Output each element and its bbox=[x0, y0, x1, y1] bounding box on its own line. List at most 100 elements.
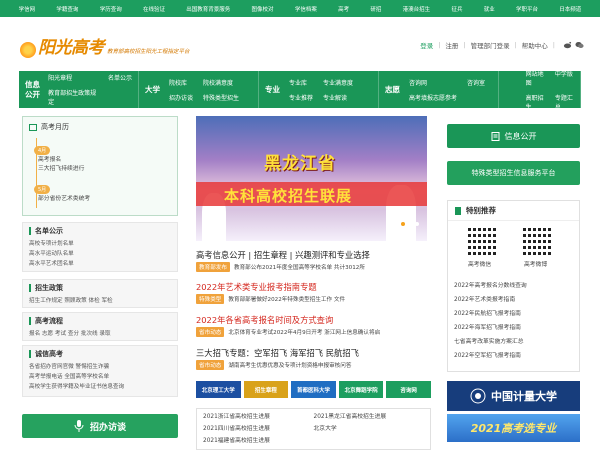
section-link[interactable]: 高水平艺术团名单 bbox=[29, 259, 171, 269]
list-section-integrity: 诚信高考 各省招办官网官微 警惕招生诈骗 高考举报电话 全国高等学校名单 高校学… bbox=[22, 345, 178, 397]
nav-link[interactable]: 咨询室 bbox=[467, 78, 485, 87]
more-news-link[interactable] bbox=[314, 435, 425, 447]
nav-link[interactable]: 教育部招生政策规定 bbox=[48, 88, 98, 106]
banner-line2: 本科高校招生联展 bbox=[224, 187, 353, 205]
top-nav-link[interactable]: 出国教育背景服务 bbox=[186, 5, 230, 13]
bookmark-icon bbox=[455, 206, 461, 215]
carousel-dots[interactable] bbox=[401, 222, 419, 226]
featured-link[interactable]: 七省高考改革实施方案汇总 bbox=[454, 336, 524, 345]
news-item[interactable]: 2022年各省高考报名时间及方式查询 省市动态 北京体育专业考试2022年4月9日… bbox=[196, 314, 431, 337]
university-ad[interactable]: 中国计量大学 bbox=[447, 381, 580, 411]
nav-link[interactable]: 院校库 bbox=[169, 78, 193, 87]
login-link[interactable]: 登录 bbox=[420, 40, 433, 50]
top-nav-link[interactable]: 在线验证 bbox=[143, 5, 165, 13]
more-news-link[interactable]: 北京大学 bbox=[314, 423, 425, 435]
nav-link[interactable]: 中学版 bbox=[555, 69, 574, 87]
top-nav-link[interactable]: 高考 bbox=[338, 5, 349, 13]
top-nav-link[interactable]: 就业 bbox=[484, 5, 495, 13]
featured-link[interactable]: 2022年艺术类报考指南 bbox=[454, 294, 515, 303]
nav-link[interactable]: 院校满意度 bbox=[203, 78, 239, 87]
nav-link[interactable]: 专题汇总 bbox=[555, 93, 574, 111]
help-link[interactable]: 帮助中心 bbox=[522, 40, 548, 50]
university-logo[interactable]: 北京舞蹈学院 bbox=[338, 381, 384, 398]
news-title[interactable]: 三大招飞专题：空军招飞 海军招飞 民航招飞 bbox=[196, 347, 431, 359]
top-nav-link[interactable]: 征兵 bbox=[451, 5, 462, 13]
special-admission-button[interactable]: 特殊类型招生信息服务平台 bbox=[447, 161, 580, 185]
news-detail[interactable]: 教育部公布2021年度全国高等学校名单 共计3012所 bbox=[234, 263, 365, 271]
list-section-process: 高考流程 报名 志愿 考试 查分 批次线 录取 bbox=[22, 312, 178, 341]
register-link[interactable]: 注册 bbox=[445, 40, 458, 50]
news-title[interactable]: 2022年艺术类专业报考指南专题 bbox=[196, 281, 431, 293]
section-link[interactable]: 高考举报电话 全国高等学校名单 bbox=[29, 372, 171, 382]
section-link[interactable]: 报名 志愿 考试 查分 批次线 录取 bbox=[29, 329, 171, 339]
section-link[interactable]: 高水平运动队名单 bbox=[29, 249, 171, 259]
section-link[interactable]: 招生工作规定 照顾政策 体检 军检 bbox=[29, 296, 171, 306]
news-title[interactable]: 高考信息公开 | 招生章程 | 兴趣测评和专业选择 bbox=[196, 249, 431, 261]
university-logo[interactable]: 北京理工大学 bbox=[196, 381, 241, 398]
nav-link[interactable]: 网站地图 bbox=[526, 69, 545, 87]
top-nav-link[interactable]: 学籍查询 bbox=[56, 5, 78, 13]
hero-banner[interactable]: 黑龙江省 本科高校招生联展 bbox=[196, 116, 427, 241]
top-nav-link[interactable]: 学信档案 bbox=[295, 5, 317, 13]
calendar-icon bbox=[29, 123, 37, 131]
news-item[interactable]: 三大招飞专题：空军招飞 海军招飞 民航招飞 省市动态 湖南高考生优惠优惠及专项计划… bbox=[196, 347, 431, 370]
nav-link[interactable]: 招办访谈 bbox=[169, 93, 193, 102]
info-disclosure-button[interactable]: 信息公开 bbox=[447, 124, 580, 148]
nav-link[interactable]: 特殊类型招生 bbox=[203, 93, 239, 102]
weibo-icon[interactable] bbox=[563, 41, 572, 49]
top-nav-link[interactable]: 港澳台招生 bbox=[403, 5, 431, 13]
site-logo[interactable]: 阳光高考 教育部高校招生阳光工程指定平台 bbox=[20, 33, 190, 58]
logo-sub: 教育部高校招生阳光工程指定平台 bbox=[107, 49, 190, 55]
university-logo[interactable]: 招生章程 bbox=[243, 381, 289, 398]
exam-calendar: 高考月历 4月 高考报名 三大招飞持续进行 5月 部分省份艺术类统考 bbox=[22, 116, 178, 216]
nav-link[interactable]: 咨询网 bbox=[409, 78, 457, 87]
news-item[interactable]: 2022年艺术类专业报考指南专题 特殊类型 教育部部署做好2022年特殊类型招生工… bbox=[196, 281, 431, 304]
wechat-icon[interactable] bbox=[575, 41, 584, 49]
top-nav-link[interactable]: 研招 bbox=[370, 5, 381, 13]
more-news-link[interactable]: 2021四川省高校招生进展 bbox=[203, 423, 314, 435]
major-selection-ad[interactable]: 2021高考选专业 bbox=[447, 414, 580, 442]
nav-link[interactable]: 专业满意度 bbox=[323, 78, 353, 87]
top-nav-link[interactable]: 学职平台 bbox=[516, 5, 538, 13]
news-badge: 省市动态 bbox=[196, 327, 225, 337]
nav-link[interactable] bbox=[108, 88, 132, 106]
news-title[interactable]: 2022年各省高考报名时间及方式查询 bbox=[196, 314, 431, 326]
wechat-qr-code bbox=[468, 225, 498, 255]
section-link[interactable]: 高校专项计划名单 bbox=[29, 239, 171, 249]
more-news-link[interactable]: 2021浙江省高校招生进展 bbox=[203, 411, 314, 423]
featured-link[interactable]: 2022年空军招飞报考指南 bbox=[454, 350, 521, 359]
featured-link[interactable]: 2022年民航招飞报考指南 bbox=[454, 308, 521, 317]
university-logo[interactable]: 首都医科大学 bbox=[291, 381, 336, 398]
top-nav-link[interactable]: 学信网 bbox=[19, 5, 36, 13]
nav-link[interactable]: 阳光章程 bbox=[48, 73, 98, 82]
featured-link[interactable]: 2022年高考报名分数线查询 bbox=[454, 280, 527, 289]
header: 阳光高考 教育部高校招生阳光工程指定平台 登录 | 注册 | 管理部门登录 | … bbox=[0, 17, 600, 69]
special-btn-label: 特殊类型招生信息服务平台 bbox=[471, 169, 556, 177]
news-item[interactable]: 高考信息公开 | 招生章程 | 兴趣测评和专业选择 教育部发布 教育部公布2021… bbox=[196, 249, 431, 272]
calendar-item[interactable]: 高考报名 bbox=[38, 156, 177, 165]
nav-link[interactable]: 高考填报志愿参考 bbox=[409, 93, 457, 102]
admin-login-link[interactable]: 管理部门登录 bbox=[471, 40, 510, 50]
nav-link[interactable]: 专业推荐 bbox=[289, 93, 313, 102]
nav-link[interactable] bbox=[467, 93, 485, 102]
section-link[interactable]: 高校学生获得学籍及毕业证书信息查询 bbox=[29, 382, 171, 392]
calendar-item[interactable]: 三大招飞持续进行 bbox=[38, 165, 177, 174]
top-nav-link[interactable]: 日本频道 bbox=[559, 5, 581, 13]
nav-link[interactable]: 专业库 bbox=[289, 78, 313, 87]
top-nav-link[interactable]: 学历查询 bbox=[100, 5, 122, 13]
more-news-link[interactable]: 2021福建省高校招生进展 bbox=[203, 435, 314, 447]
calendar-item[interactable]: 部分省份艺术类统考 bbox=[38, 195, 177, 204]
top-nav-link[interactable]: 图像校对 bbox=[252, 5, 274, 13]
university-logo[interactable]: 咨询网 bbox=[386, 381, 431, 398]
news-detail[interactable]: 教育部部署做好2022年特殊类型招生工作 文件 bbox=[228, 295, 345, 303]
news-detail[interactable]: 湖南高考生优惠优惠及专项计划资格申报审核问答 bbox=[228, 361, 351, 369]
nav-link[interactable]: 名单公示 bbox=[108, 73, 132, 82]
news-detail[interactable]: 北京体育专业考试2022年4月9日开考 浙江网上信息确认将启 bbox=[228, 328, 380, 336]
featured-link[interactable]: 2022年海军招飞报考指南 bbox=[454, 322, 521, 331]
nav-group: 信息公开 阳光章程 名单公示 教育部招生政策规定 bbox=[19, 71, 139, 108]
section-link[interactable]: 各省招办官网官微 警惕招生诈骗 bbox=[29, 362, 171, 372]
interview-button[interactable]: 招办访谈 bbox=[22, 414, 178, 438]
nav-link[interactable]: 高职招生 bbox=[526, 93, 545, 111]
more-news-link[interactable]: 2021黑龙江省高校招生进展 bbox=[314, 411, 425, 423]
nav-link[interactable]: 专业解读 bbox=[323, 93, 353, 102]
